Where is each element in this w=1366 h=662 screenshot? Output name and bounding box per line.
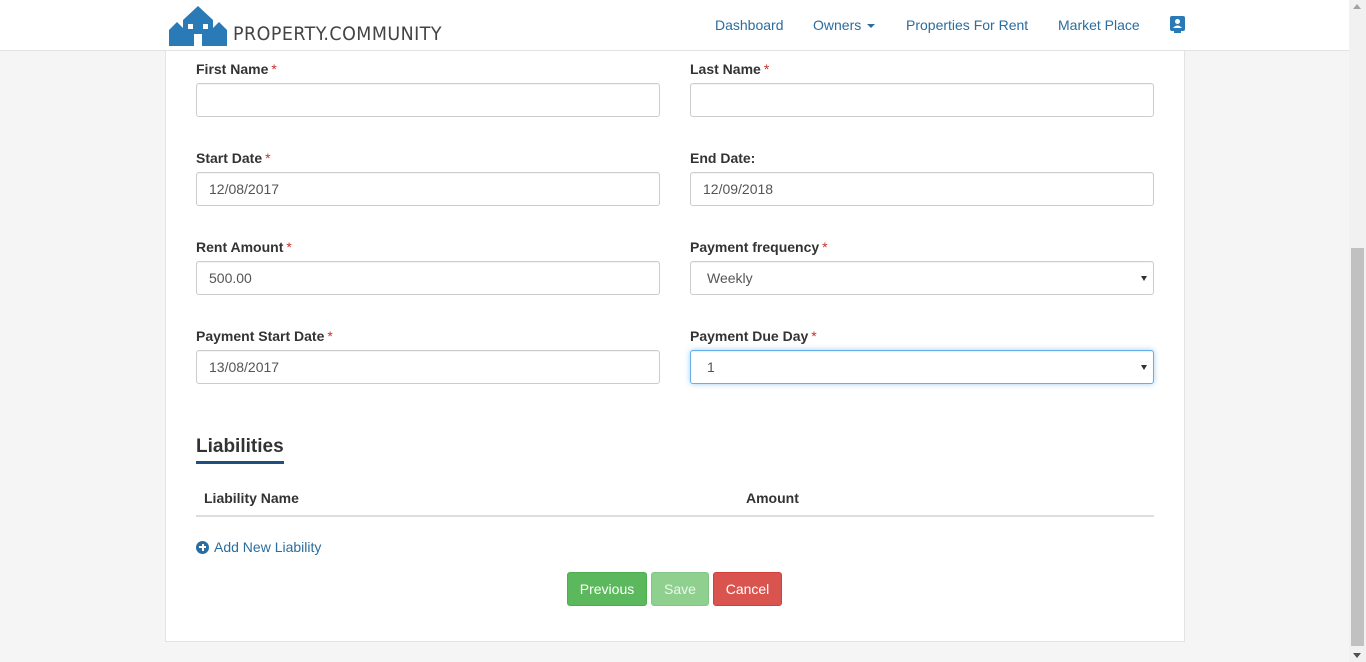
required-mark: * — [811, 328, 817, 344]
payment-due-day-label-text: Payment Due Day — [690, 328, 809, 344]
first-name-label: First Name * — [196, 61, 277, 77]
payment-due-day-label: Payment Due Day * — [690, 328, 817, 344]
brand-name: PROPERTY.COMMUNITY — [233, 23, 443, 45]
nav-owners[interactable]: Owners — [813, 17, 876, 33]
save-button[interactable]: Save — [651, 572, 709, 606]
table-header-divider — [196, 515, 1154, 517]
start-date-field[interactable]: 12/08/2017 — [196, 172, 660, 206]
required-mark: * — [763, 61, 770, 77]
end-date-label: End Date: — [690, 150, 756, 166]
required-mark: * — [271, 61, 277, 77]
nav-properties-for-rent[interactable]: Properties For Rent — [906, 17, 1028, 33]
payment-frequency-select[interactable]: Weekly — [690, 261, 1154, 295]
previous-button[interactable]: Previous — [567, 572, 647, 606]
start-date-label: Start Date * — [196, 150, 271, 166]
required-mark: * — [822, 239, 828, 255]
brand[interactable]: PROPERTY.COMMUNITY — [169, 4, 460, 46]
payment-frequency-value: Weekly — [707, 270, 753, 286]
plus-circle-icon — [196, 540, 209, 554]
last-name-label: Last Name * — [690, 61, 769, 77]
payment-start-date-field[interactable]: 13/08/2017 — [196, 350, 660, 384]
first-name-label-text: First Name — [196, 61, 269, 77]
add-new-liability-label: Add New Liability — [214, 539, 322, 555]
last-name-label-text: Last Name — [690, 61, 761, 77]
payment-frequency-label: Payment frequency * — [690, 239, 828, 255]
liabilities-heading: Liabilities — [196, 436, 284, 464]
required-mark: * — [265, 150, 271, 166]
payment-due-day-value: 1 — [707, 359, 715, 375]
dropdown-arrow-icon — [1141, 276, 1147, 281]
dropdown-arrow-icon — [1141, 365, 1147, 370]
add-new-liability-link[interactable]: Add New Liability — [196, 539, 321, 555]
required-mark: * — [327, 328, 333, 344]
rent-amount-label: Rent Amount * — [196, 239, 292, 255]
nav-owners-label: Owners — [813, 17, 862, 33]
required-mark: * — [286, 239, 292, 255]
start-date-label-text: Start Date — [196, 150, 263, 166]
amount-column-header: Amount — [746, 490, 799, 506]
contact-card-icon[interactable] — [1170, 16, 1185, 33]
last-name-field[interactable] — [690, 83, 1154, 117]
chevron-down-icon — [867, 24, 876, 29]
vertical-scrollbar[interactable] — [1349, 0, 1366, 662]
scroll-up-arrow-icon[interactable] — [1353, 4, 1361, 9]
house-logo-icon — [169, 6, 227, 46]
payment-due-day-select[interactable]: 1 — [690, 350, 1154, 384]
top-navbar: PROPERTY.COMMUNITY Dashboard Owners Prop… — [0, 0, 1349, 51]
nav-market-place[interactable]: Market Place — [1058, 17, 1140, 33]
payment-start-date-label: Payment Start Date * — [196, 328, 333, 344]
cancel-button[interactable]: Cancel — [713, 572, 782, 606]
payment-frequency-label-text: Payment frequency — [690, 239, 820, 255]
rent-amount-field[interactable]: 500.00 — [196, 261, 660, 295]
end-date-field[interactable]: 12/09/2018 — [690, 172, 1154, 206]
payment-start-date-label-text: Payment Start Date — [196, 328, 325, 344]
scrollbar-thumb[interactable] — [1351, 248, 1364, 646]
nav-dashboard[interactable]: Dashboard — [715, 17, 784, 33]
first-name-field[interactable] — [196, 83, 660, 117]
rent-amount-label-text: Rent Amount — [196, 239, 284, 255]
liability-name-column-header: Liability Name — [204, 490, 299, 506]
scroll-down-arrow-icon[interactable] — [1353, 653, 1361, 658]
